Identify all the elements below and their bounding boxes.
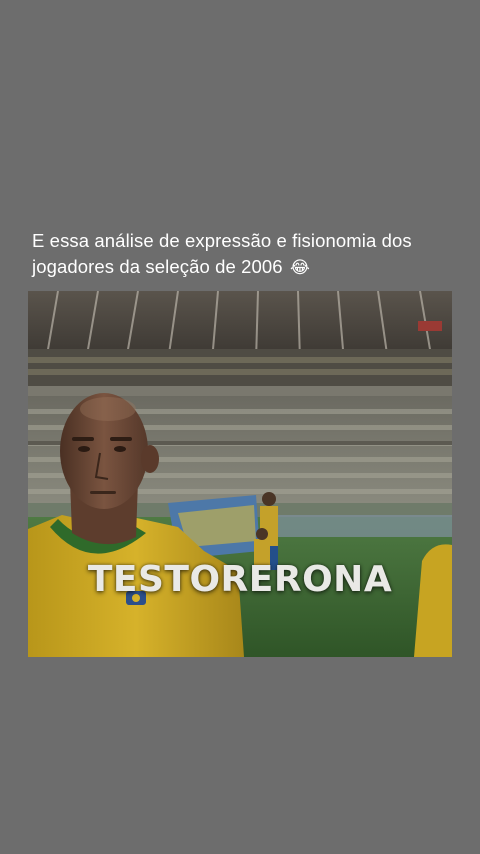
caption-line-2: jogadores da seleção de 2006 <box>32 256 283 277</box>
laughing-emoji-icon: 😂 <box>289 258 310 278</box>
post-caption: E essa análise de expressão e fisionomia… <box>32 228 452 281</box>
video-frame <box>28 291 452 657</box>
video-overlay-caption: TESTORERONA <box>87 559 393 600</box>
video-player[interactable]: TESTORERONA <box>28 291 452 657</box>
story-screen: E essa análise de expressão e fisionomia… <box>0 0 480 854</box>
caption-line-1: E essa análise de expressão e fisionomia… <box>32 230 412 251</box>
